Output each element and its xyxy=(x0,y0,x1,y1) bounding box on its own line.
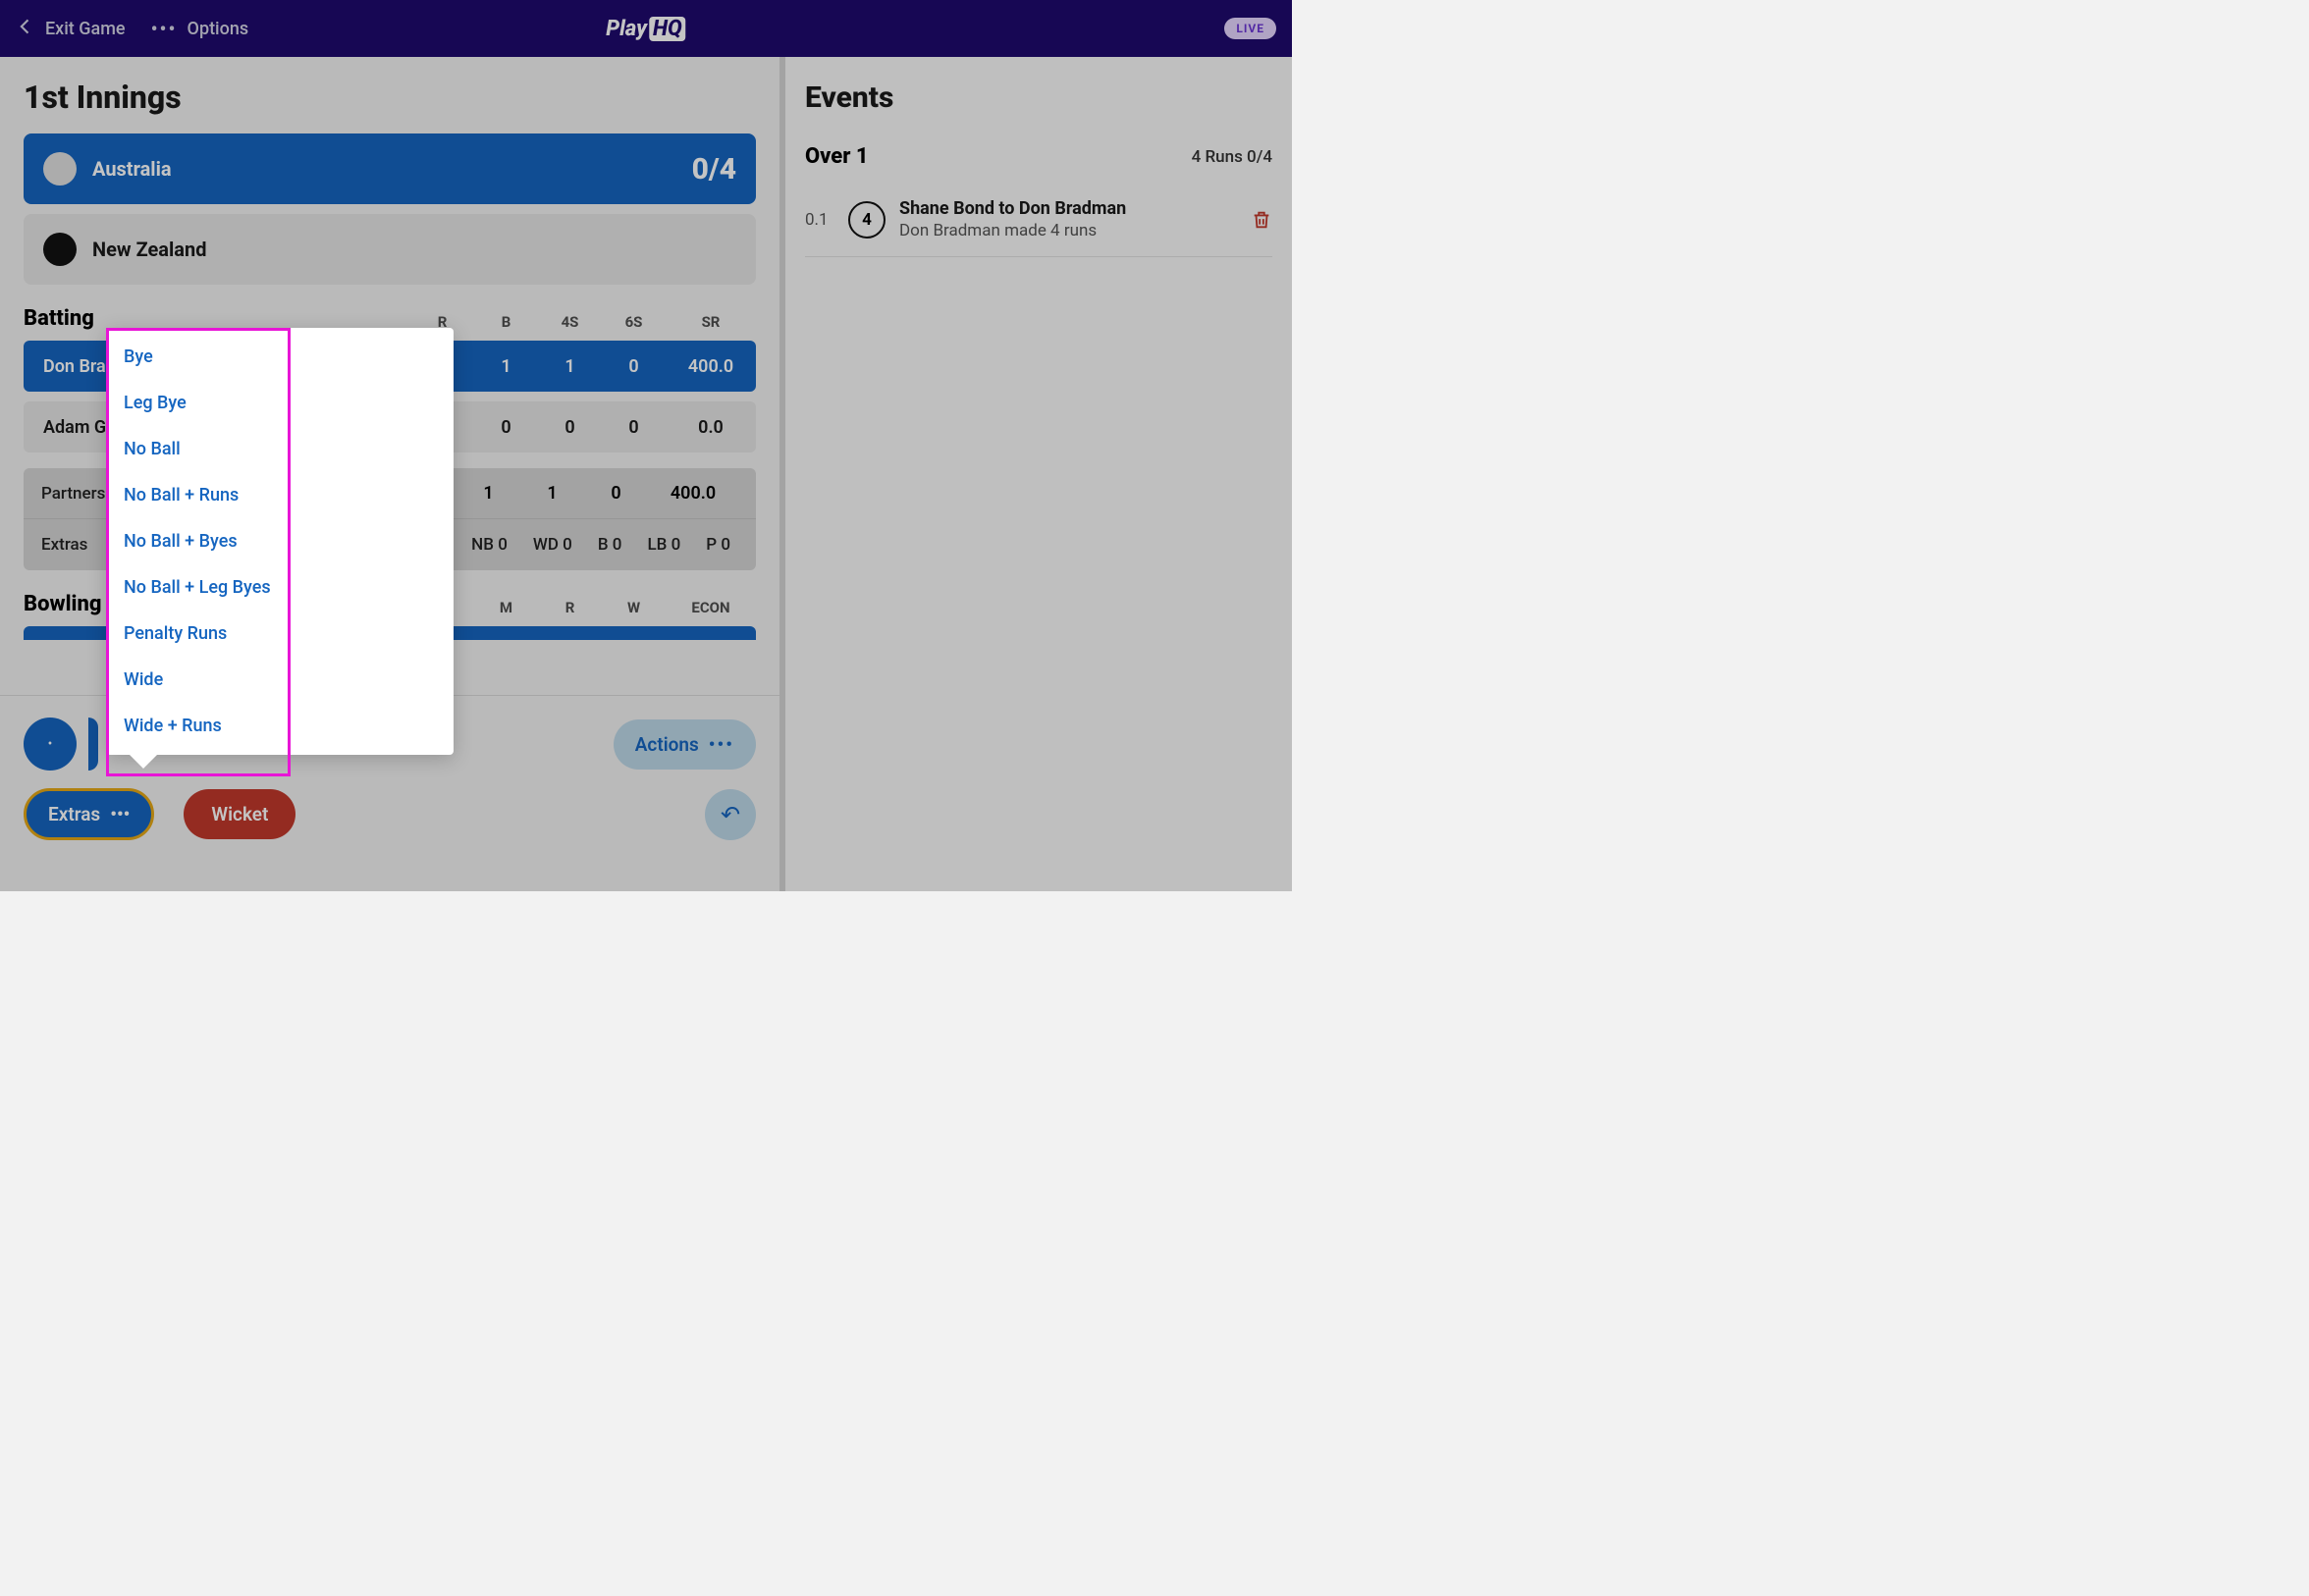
dots-icon: ••• xyxy=(110,803,130,825)
popup-item-wide[interactable]: Wide xyxy=(106,657,454,703)
popup-item-wide-runs[interactable]: Wide + Runs xyxy=(106,703,454,749)
delete-event-button[interactable] xyxy=(1251,209,1272,231)
col-w: W xyxy=(602,599,666,616)
event-row: 0.1 4 Shane Bond to Don Bradman Don Brad… xyxy=(805,183,1272,257)
popup-tail-icon xyxy=(130,755,157,769)
run-button-partial[interactable] xyxy=(88,718,98,771)
exit-game-button[interactable]: Exit Game xyxy=(16,17,126,41)
events-title: Events xyxy=(805,80,1272,115)
back-arrow-icon xyxy=(16,17,35,41)
team-score: 0/4 xyxy=(692,152,736,186)
team-name: Australia xyxy=(92,157,692,181)
popup-item-no-ball[interactable]: No Ball xyxy=(106,426,454,472)
run-dot-button[interactable]: • xyxy=(24,718,77,771)
col-6s: 6S xyxy=(602,313,666,331)
exit-label: Exit Game xyxy=(45,19,126,39)
col-econ: ECON xyxy=(666,599,756,616)
undo-button[interactable]: ↶ xyxy=(705,789,756,840)
team-name: New Zealand xyxy=(92,238,736,261)
event-line1: Shane Bond to Don Bradman xyxy=(899,198,1237,219)
innings-title: 1st Innings xyxy=(24,79,756,116)
dots-icon: ••• xyxy=(709,733,734,756)
col-r: R xyxy=(538,599,602,616)
popup-item-bye[interactable]: Bye xyxy=(106,334,454,380)
logo: PlayHQ xyxy=(606,17,685,41)
dots-icon: ••• xyxy=(151,17,178,40)
over-summary: 4 Runs 0/4 xyxy=(1192,147,1272,167)
extras-button[interactable]: Extras ••• xyxy=(24,788,154,840)
col-m: M xyxy=(474,599,538,616)
col-b: B xyxy=(474,313,538,331)
events-panel: Events Over 1 4 Runs 0/4 0.1 4 Shane Bon… xyxy=(785,57,1292,891)
options-label: Options xyxy=(188,19,249,39)
wicket-button[interactable]: Wicket xyxy=(184,789,295,839)
team-dot-icon xyxy=(43,233,77,266)
col-sr: SR xyxy=(666,313,756,331)
popup-item-leg-bye[interactable]: Leg Bye xyxy=(106,380,454,426)
event-value-badge: 4 xyxy=(848,201,886,239)
popup-item-no-ball-runs[interactable]: No Ball + Runs xyxy=(106,472,454,518)
event-line2: Don Bradman made 4 runs xyxy=(899,221,1237,240)
popup-item-no-ball-leg-byes[interactable]: No Ball + Leg Byes xyxy=(106,564,454,611)
live-badge: LIVE xyxy=(1224,18,1276,39)
team-row-batting[interactable]: Australia 0/4 xyxy=(24,133,756,204)
event-over: 0.1 xyxy=(805,210,834,230)
col-4s: 4S xyxy=(538,313,602,331)
over-header: Over 1 4 Runs 0/4 xyxy=(805,144,1272,169)
popup-item-penalty-runs[interactable]: Penalty Runs xyxy=(106,611,454,657)
team-row-bowling[interactable]: New Zealand xyxy=(24,214,756,285)
team-dot-icon xyxy=(43,152,77,186)
popup-item-no-ball-byes[interactable]: No Ball + Byes xyxy=(106,518,454,564)
extras-popup: Bye Leg Bye No Ball No Ball + Runs No Ba… xyxy=(106,328,454,755)
undo-icon: ↶ xyxy=(721,801,740,828)
actions-button[interactable]: Actions ••• xyxy=(614,719,756,770)
options-button[interactable]: ••• Options xyxy=(151,17,249,40)
top-bar: Exit Game ••• Options PlayHQ LIVE xyxy=(0,0,1292,57)
over-title: Over 1 xyxy=(805,144,1192,169)
